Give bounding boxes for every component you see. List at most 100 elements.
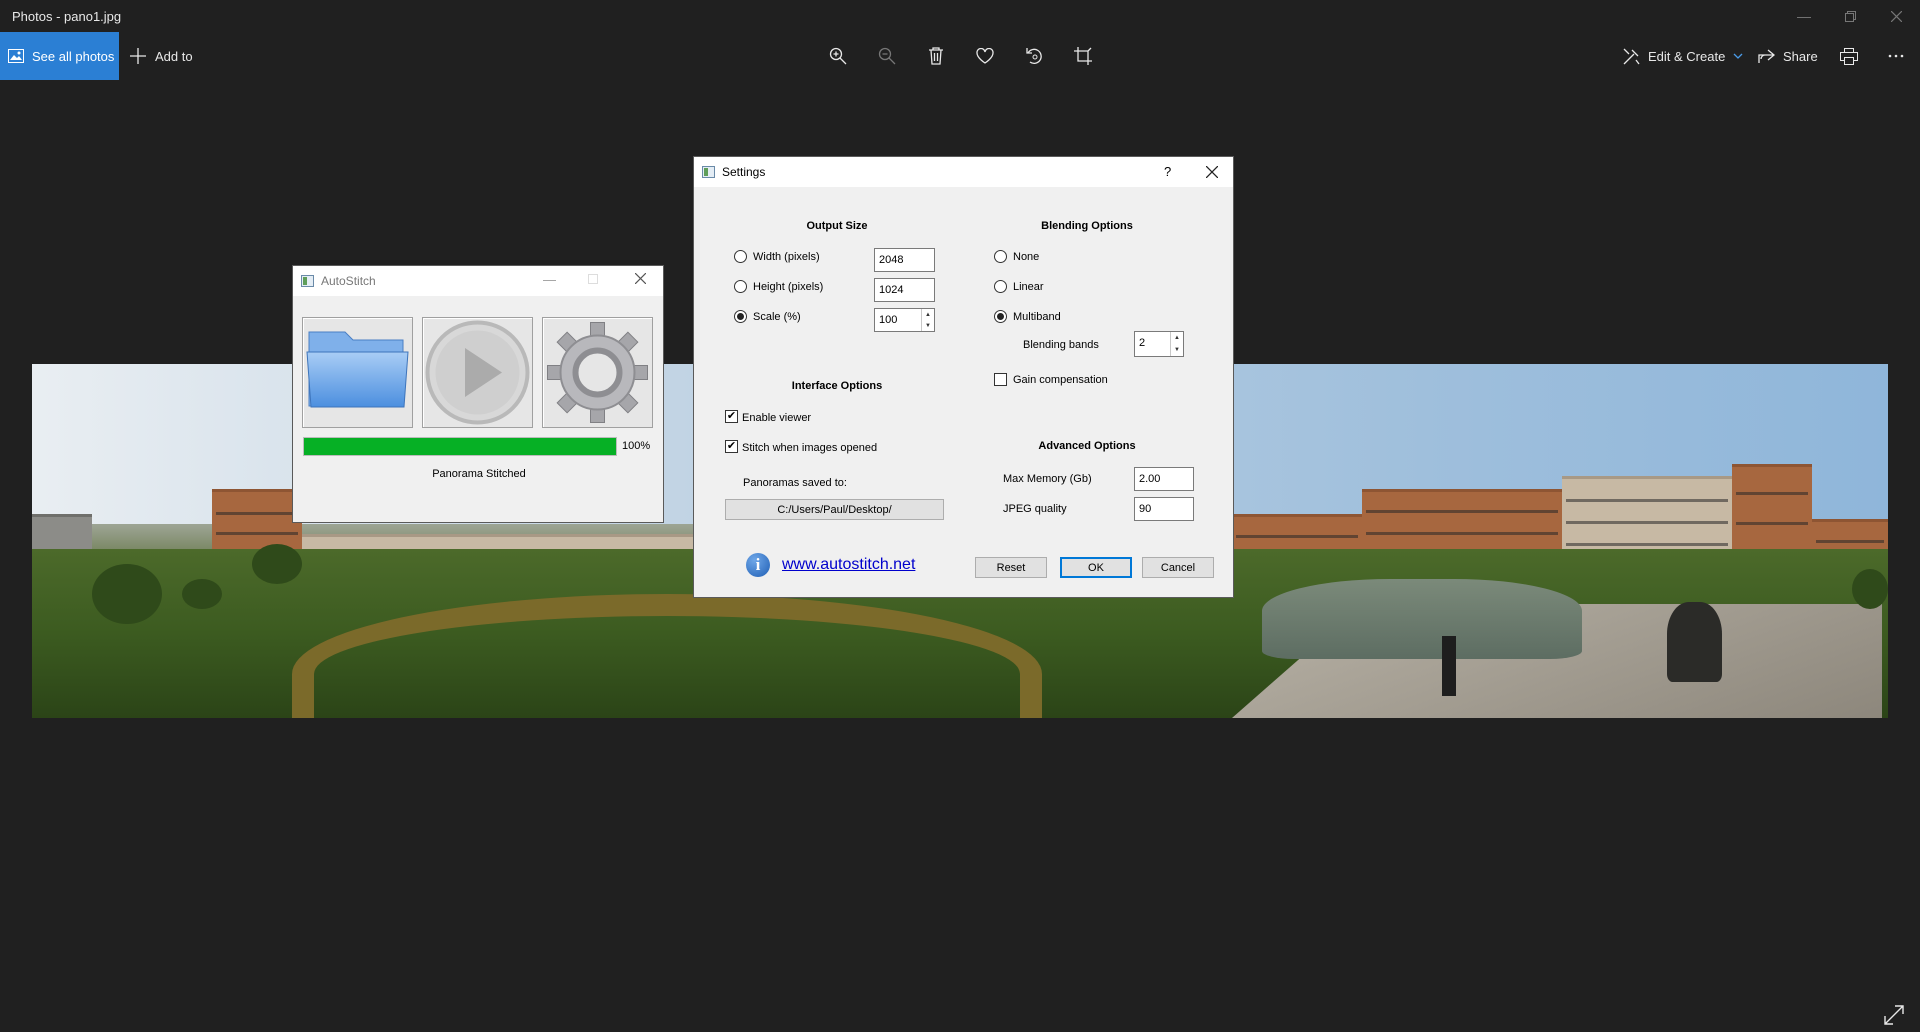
see-all-label: See all photos (32, 48, 115, 64)
scale-radio[interactable] (734, 310, 747, 323)
stitch-button[interactable] (422, 317, 533, 428)
interface-options-heading: Interface Options (791, 380, 883, 392)
blending-bands-spinbox[interactable]: 2 ▲ ▼ (1134, 331, 1184, 357)
settings-button[interactable] (542, 317, 653, 428)
settings-dialog: Settings ? Output Size Width (pixels) 20… (693, 156, 1234, 598)
window-title: Photos - pano1.jpg (12, 9, 122, 24)
help-button[interactable]: ? (1164, 164, 1171, 179)
scale-value: 100 (879, 314, 898, 326)
share-button[interactable]: Share (1758, 32, 1818, 80)
plus-icon (130, 48, 146, 64)
add-to-label: Add to (155, 48, 193, 64)
close-icon (1890, 10, 1902, 22)
blend-linear-radio[interactable] (994, 280, 1007, 293)
spin-up-icon[interactable]: ▲ (1171, 332, 1183, 344)
advanced-options-heading: Advanced Options (1038, 440, 1136, 452)
restore-icon (1844, 10, 1856, 22)
expand-icon (1884, 1005, 1904, 1025)
edit-create-label: Edit & Create (1648, 48, 1726, 64)
autostitch-website-link[interactable]: www.autostitch.net (782, 556, 915, 574)
minimize-icon: — (1797, 8, 1811, 24)
add-to-button[interactable]: Add to (130, 32, 193, 80)
more-options-button[interactable] (1880, 40, 1912, 72)
gain-compensation-label: Gain compensation (1013, 374, 1108, 386)
autostitch-title: AutoStitch (321, 274, 376, 288)
spin-down-icon[interactable]: ▼ (922, 320, 934, 331)
status-text: Panorama Stitched (432, 468, 526, 480)
pano-pond (1262, 579, 1582, 659)
enable-viewer-label: Enable viewer (742, 412, 812, 424)
spin-up-icon[interactable]: ▲ (922, 309, 934, 320)
scale-spinbox[interactable]: 100 ▲ ▼ (874, 308, 935, 332)
print-icon (1840, 47, 1858, 65)
see-all-photos-button[interactable]: See all photos (0, 32, 119, 80)
zoom-out-icon (878, 47, 896, 65)
autostitch-maximize-button[interactable] (588, 274, 598, 284)
fullscreen-button[interactable] (1884, 1005, 1904, 1025)
blending-bands-label: Blending bands (1023, 339, 1099, 351)
photos-toolbar: See all photos Add to Edit & Create Shar… (0, 32, 1920, 80)
crop-button[interactable] (1067, 40, 1099, 72)
share-icon (1758, 49, 1775, 63)
enable-viewer-checkbox[interactable]: ✔ (725, 410, 738, 423)
blending-options-heading: Blending Options (1041, 220, 1133, 232)
favorite-button[interactable] (969, 40, 1001, 72)
autostitch-titlebar: AutoStitch — (293, 266, 663, 296)
max-memory-input[interactable]: 2.00 (1134, 467, 1194, 491)
crop-icon (1074, 47, 1092, 65)
output-size-heading: Output Size (806, 220, 868, 232)
autostitch-minimize-button[interactable]: — (543, 272, 556, 287)
progress-percent: 100% (622, 440, 651, 452)
delete-button[interactable] (920, 40, 952, 72)
jpeg-quality-input[interactable]: 90 (1134, 497, 1194, 521)
progress-fill (304, 438, 616, 455)
photos-icon (8, 49, 24, 63)
delete-icon (929, 47, 943, 65)
width-radio[interactable] (734, 250, 747, 263)
edit-create-button[interactable]: Edit & Create (1623, 32, 1743, 80)
scale-label: Scale (%) (753, 311, 801, 323)
blend-none-radio[interactable] (994, 250, 1007, 263)
print-button[interactable] (1833, 40, 1865, 72)
jpeg-quality-label: JPEG quality (1003, 503, 1067, 515)
spin-down-icon[interactable]: ▼ (1171, 344, 1183, 356)
reset-button[interactable]: Reset (975, 557, 1047, 578)
folder-icon (306, 331, 409, 408)
autostitch-close-button[interactable] (634, 272, 647, 287)
pano-tree (1852, 569, 1888, 609)
play-icon (425, 320, 530, 425)
close-icon (1205, 165, 1219, 179)
gear-icon (547, 322, 648, 423)
open-images-button[interactable] (302, 317, 413, 428)
height-input[interactable]: 1024 (874, 278, 935, 302)
settings-close-button[interactable] (1205, 165, 1219, 181)
zoom-out-button[interactable] (871, 40, 903, 72)
pano-tree (182, 579, 222, 609)
chevron-down-icon (1733, 53, 1743, 59)
rotate-icon (1026, 48, 1042, 64)
stitch-on-open-checkbox[interactable]: ✔ (725, 440, 738, 453)
pano-bollard (1442, 636, 1456, 696)
close-window-button[interactable] (1873, 0, 1919, 32)
ok-button[interactable]: OK (1060, 557, 1132, 578)
max-memory-label: Max Memory (Gb) (1003, 473, 1092, 485)
width-input[interactable]: 2048 (874, 248, 935, 272)
output-folder-button[interactable]: C:/Users/Paul/Desktop/ (725, 499, 944, 520)
info-icon: i (746, 553, 770, 577)
edit-create-icon (1623, 48, 1640, 64)
blend-multiband-radio[interactable] (994, 310, 1007, 323)
gain-compensation-checkbox[interactable] (994, 373, 1007, 386)
bands-spin-arrows[interactable]: ▲ ▼ (1170, 332, 1183, 356)
zoom-in-icon (829, 47, 847, 65)
scale-spin-arrows[interactable]: ▲ ▼ (921, 309, 934, 331)
restore-button[interactable] (1827, 0, 1873, 32)
width-label: Width (pixels) (753, 251, 820, 263)
rotate-button[interactable] (1018, 40, 1050, 72)
blending-bands-value: 2 (1139, 337, 1146, 349)
cancel-button[interactable]: Cancel (1142, 557, 1214, 578)
zoom-in-button[interactable] (822, 40, 854, 72)
blend-none-label: None (1013, 251, 1040, 263)
height-radio[interactable] (734, 280, 747, 293)
minimize-button[interactable]: — (1781, 0, 1827, 32)
pano-tree (92, 564, 162, 624)
